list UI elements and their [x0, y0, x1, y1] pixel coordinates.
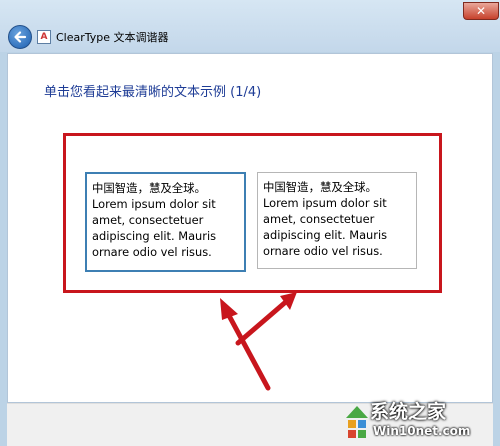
- watermark-logo-icon: [346, 406, 368, 438]
- annotation-arrows: [220, 292, 297, 391]
- watermark-url: Win10net.com: [373, 424, 471, 438]
- watermark-title: 系统之家: [370, 401, 447, 423]
